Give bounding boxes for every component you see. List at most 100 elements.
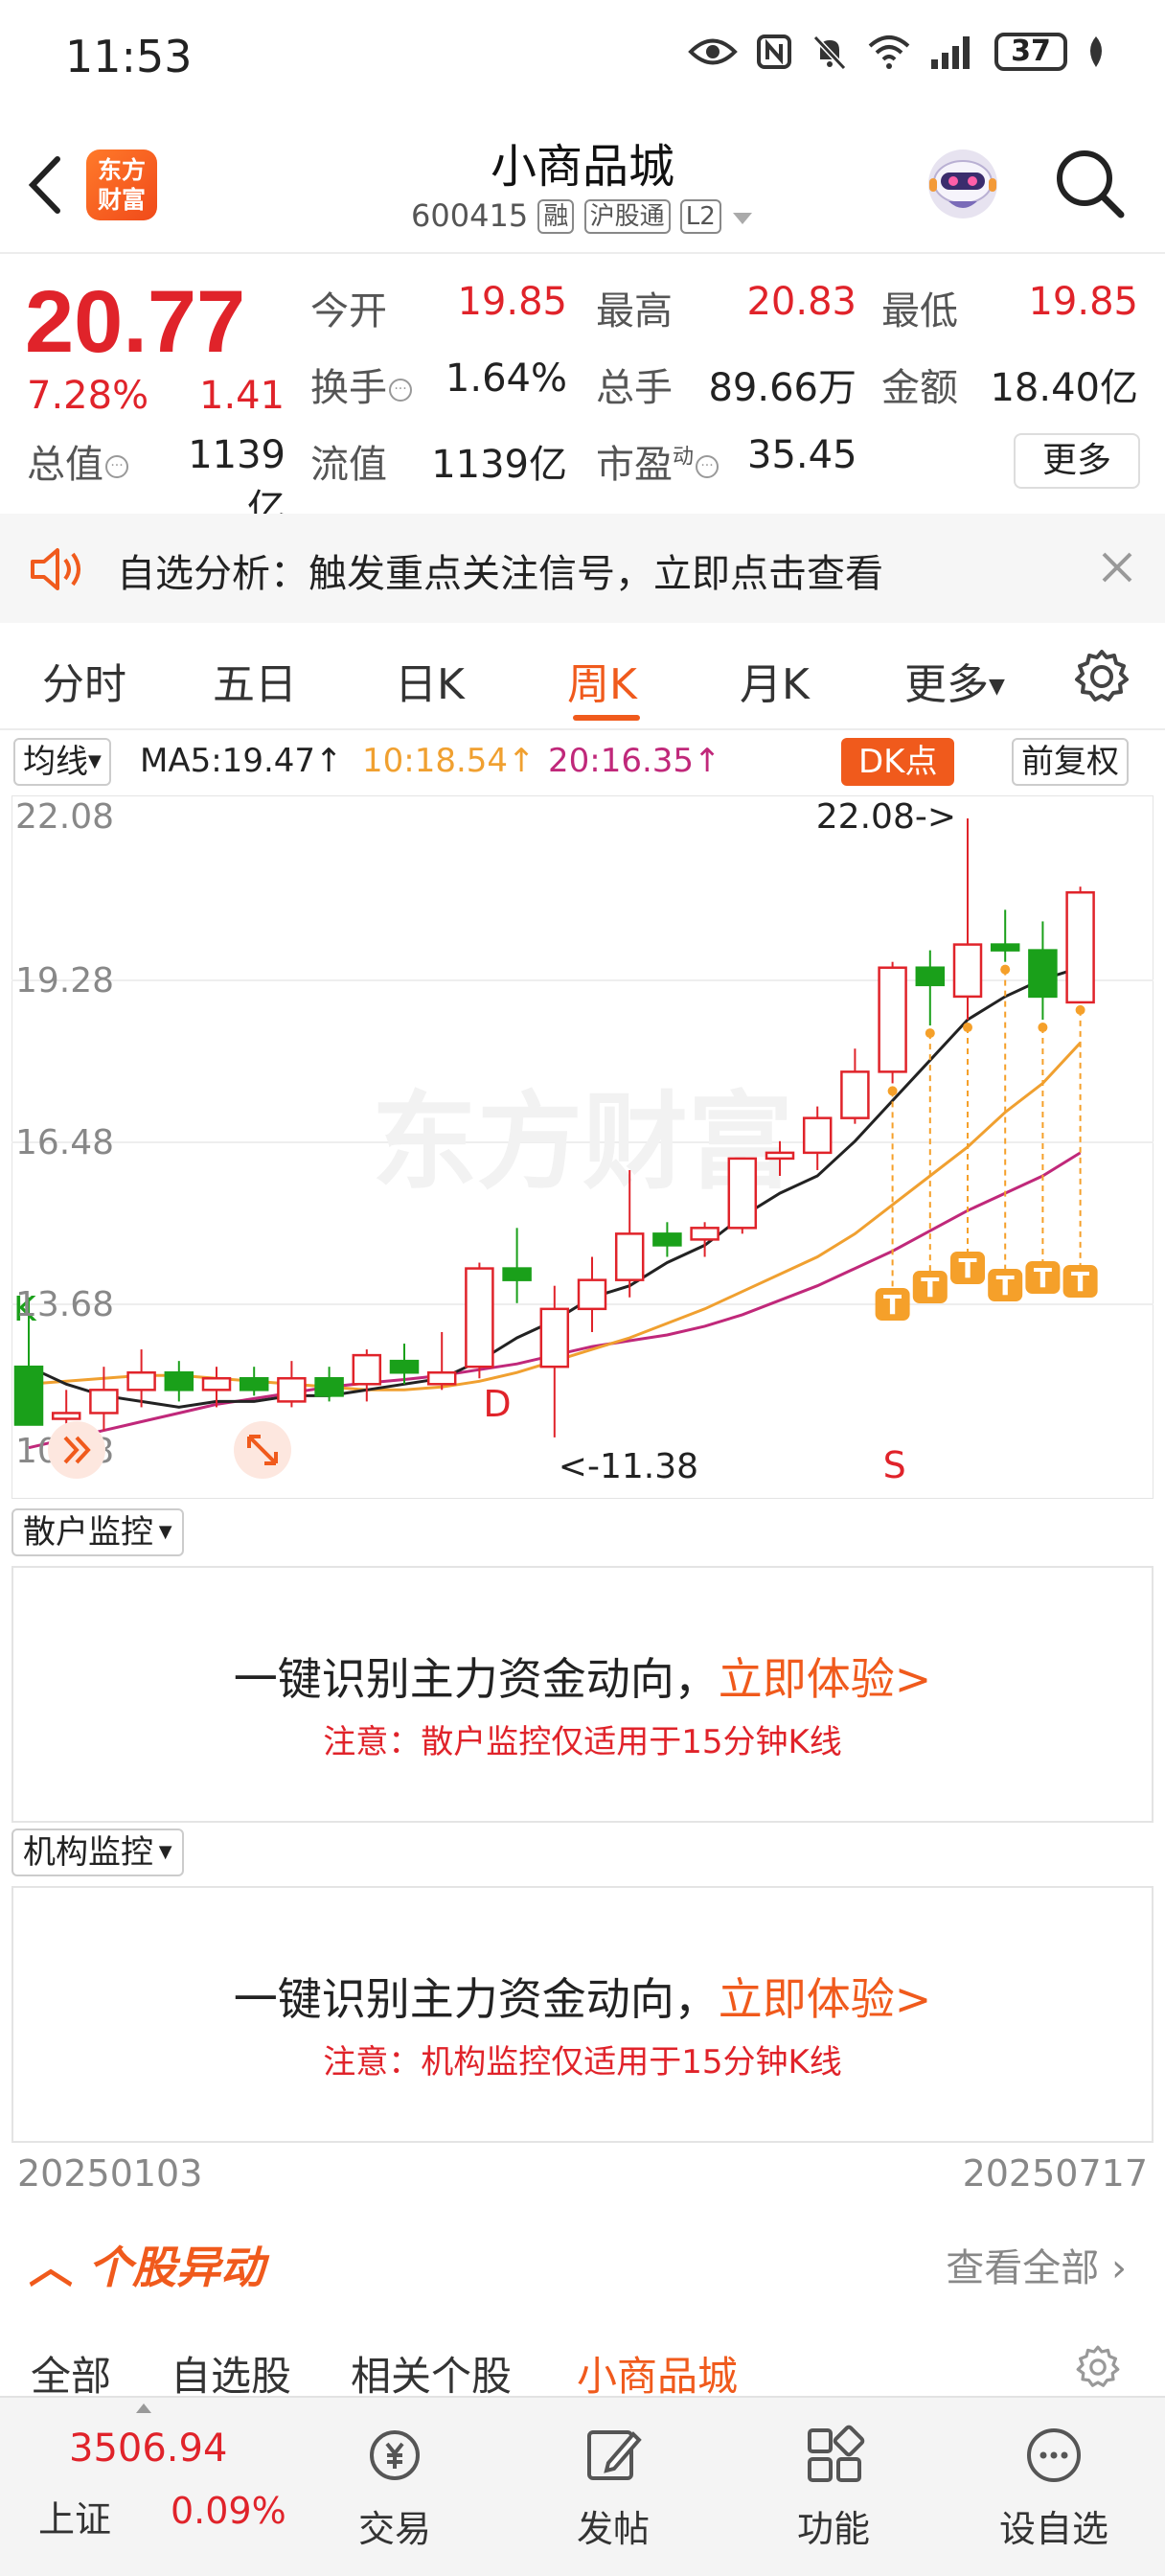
pe-label[interactable]: 市盈动 ··· bbox=[596, 433, 720, 489]
close-icon[interactable] bbox=[1098, 548, 1136, 586]
subtab-all[interactable]: 全部 bbox=[31, 2344, 111, 2403]
date-range-start: 20250103 bbox=[17, 2152, 203, 2195]
retail-monitor-panel: 一键识别主力资金动向，立即体验> 注意：散户监控仅适用于15分钟K线 bbox=[11, 1566, 1154, 1823]
fullscreen-button[interactable] bbox=[234, 1421, 291, 1479]
amount-value: 18.40亿 bbox=[990, 366, 1138, 410]
chevron-right-icon: › bbox=[1111, 2246, 1127, 2290]
try-now-link[interactable]: 立即体验> bbox=[719, 1973, 932, 2025]
candle-body bbox=[314, 1377, 344, 1397]
abnormal-tabs: 全部 自选股 相关个股 小商品城 bbox=[0, 2319, 1165, 2400]
turnover-value: 1.64% bbox=[445, 356, 567, 401]
search-icon[interactable] bbox=[1054, 148, 1127, 220]
min-price-annotation: <-11.38 bbox=[559, 1447, 698, 1486]
institution-monitor-panel: 一键识别主力资金动向，立即体验> 注意：机构监控仅适用于15分钟K线 bbox=[11, 1886, 1154, 2143]
mktcap-label[interactable]: 总值 ··· bbox=[27, 433, 128, 489]
float-value: 1139亿 bbox=[431, 443, 567, 487]
candle-body bbox=[13, 1365, 44, 1426]
connect-tag: 沪股通 bbox=[583, 199, 671, 234]
adjust-button[interactable]: 前复权 bbox=[1012, 738, 1129, 786]
candle-body bbox=[465, 1267, 494, 1368]
volume-value: 89.66万 bbox=[708, 366, 857, 410]
index-value: 3506.94 bbox=[69, 2426, 228, 2471]
dk-point-button[interactable]: DK点 bbox=[841, 738, 955, 786]
candle-body bbox=[126, 1370, 156, 1392]
monitor-title: 一键识别主力资金动向， bbox=[233, 1973, 719, 2025]
candle-body bbox=[802, 1116, 833, 1155]
nav-functions[interactable]: 功能 bbox=[757, 2425, 910, 2552]
t-label: T bbox=[883, 1289, 902, 1321]
s-signal-label: S bbox=[883, 1444, 906, 1486]
candle-body bbox=[990, 943, 1020, 952]
robot-assistant-icon[interactable] bbox=[920, 138, 1006, 224]
tab-weekly-k[interactable]: 周K bbox=[567, 650, 637, 711]
trade-icon bbox=[370, 2430, 420, 2480]
y-tick-label: 19.28 bbox=[15, 961, 114, 1000]
candle-body bbox=[164, 1370, 194, 1392]
candle-body bbox=[51, 1412, 81, 1420]
high-value: 20.83 bbox=[746, 280, 857, 324]
volume-label: 总手 bbox=[596, 366, 673, 410]
nav-trade[interactable]: 交易 bbox=[318, 2425, 471, 2552]
chevron-down-icon: ▼ bbox=[153, 1522, 172, 1542]
institution-monitor-selector[interactable]: 机构监控 ▼ bbox=[11, 1828, 184, 1876]
candle-body bbox=[652, 1232, 682, 1247]
kline-svg[interactable]: 东方财富 TTTTTTDSK 22.0819.2816.4813.6810.88… bbox=[11, 795, 1154, 1499]
gear-icon[interactable] bbox=[1073, 648, 1131, 705]
tab-intraday[interactable]: 分时 bbox=[42, 650, 126, 711]
index-name: 上证 bbox=[38, 2498, 112, 2541]
stock-code: 600415 bbox=[411, 197, 529, 234]
turnover-label[interactable]: 换手 ··· bbox=[310, 356, 412, 412]
candle-body bbox=[1065, 891, 1095, 1004]
t-label: T bbox=[958, 1253, 976, 1284]
status-time: 11:53 bbox=[65, 31, 193, 82]
tab-five-day[interactable]: 五日 bbox=[213, 650, 297, 711]
subtab-related[interactable]: 相关个股 bbox=[351, 2344, 512, 2403]
candle-body bbox=[502, 1267, 532, 1281]
retail-monitor-selector[interactable]: 散户监控 ▼ bbox=[11, 1508, 184, 1556]
leaf-icon bbox=[1090, 36, 1102, 67]
more-quote-button[interactable]: 更多 bbox=[1014, 433, 1140, 489]
t-label: T bbox=[921, 1272, 939, 1303]
amount-label: 金额 bbox=[881, 366, 958, 410]
gear-icon[interactable] bbox=[1075, 2344, 1121, 2390]
candle-body bbox=[277, 1377, 307, 1403]
subtab-stock[interactable]: 小商品城 bbox=[577, 2344, 738, 2403]
tab-monthly-k[interactable]: 月K bbox=[740, 650, 810, 711]
edit-icon bbox=[587, 2430, 642, 2480]
candle-body bbox=[389, 1359, 420, 1374]
view-all-link[interactable]: 查看全部 › bbox=[946, 2237, 1127, 2292]
analysis-banner[interactable]: 自选分析：触发重点关注信号，立即点击查看 bbox=[0, 514, 1165, 623]
chevron-down-icon: ▼ bbox=[88, 751, 102, 771]
y-tick-label: 13.68 bbox=[15, 1285, 114, 1324]
grid-icon bbox=[808, 2425, 865, 2482]
info-icon: ··· bbox=[696, 455, 720, 478]
tab-more[interactable]: 更多▼ bbox=[904, 650, 1005, 711]
ma-selector[interactable]: 均线▼ bbox=[13, 738, 111, 786]
nav-post[interactable]: 发帖 bbox=[537, 2425, 690, 2552]
bottom-nav: 3506.94 上证 0.09% 交易 发帖 功能 设自选 bbox=[0, 2396, 1165, 2576]
abnormal-title: ︿ 个股异动 bbox=[29, 2242, 265, 2293]
max-price-annotation: 22.08-> bbox=[816, 797, 956, 837]
chevron-up-icon[interactable]: ︿ bbox=[29, 2242, 73, 2293]
try-now-link[interactable]: 立即体验> bbox=[719, 1653, 932, 1705]
banner-text: 自选分析：触发重点关注信号，立即点击查看 bbox=[117, 552, 883, 596]
nav-add-watchlist[interactable]: 设自选 bbox=[977, 2425, 1131, 2552]
open-label: 今开 bbox=[310, 289, 387, 334]
active-tab-indicator bbox=[573, 715, 640, 721]
subtab-watchlist[interactable]: 自选股 bbox=[171, 2344, 291, 2403]
expand-left-button[interactable] bbox=[48, 1421, 105, 1479]
margin-tag: 融 bbox=[537, 199, 575, 234]
signal-icon bbox=[931, 36, 970, 69]
info-icon: ··· bbox=[389, 379, 412, 402]
low-label: 最低 bbox=[881, 289, 958, 334]
date-range-end: 20250717 bbox=[962, 2152, 1148, 2195]
quote-panel: 20.77 7.28% 1.41 今开 19.85 最高 20.83 最低 19… bbox=[0, 255, 1165, 531]
status-icons: 37 bbox=[688, 33, 1108, 71]
more-dots-icon bbox=[1027, 2428, 1081, 2482]
kline-chart[interactable]: 东方财富 TTTTTTDSK 22.0819.2816.4813.6810.88… bbox=[11, 795, 1154, 1499]
status-bar: 11:53 37 bbox=[0, 0, 1165, 115]
candle-body bbox=[352, 1353, 382, 1386]
tab-daily-k[interactable]: 日K bbox=[395, 650, 465, 711]
candle-body bbox=[727, 1157, 758, 1230]
candle-body bbox=[878, 966, 907, 1073]
